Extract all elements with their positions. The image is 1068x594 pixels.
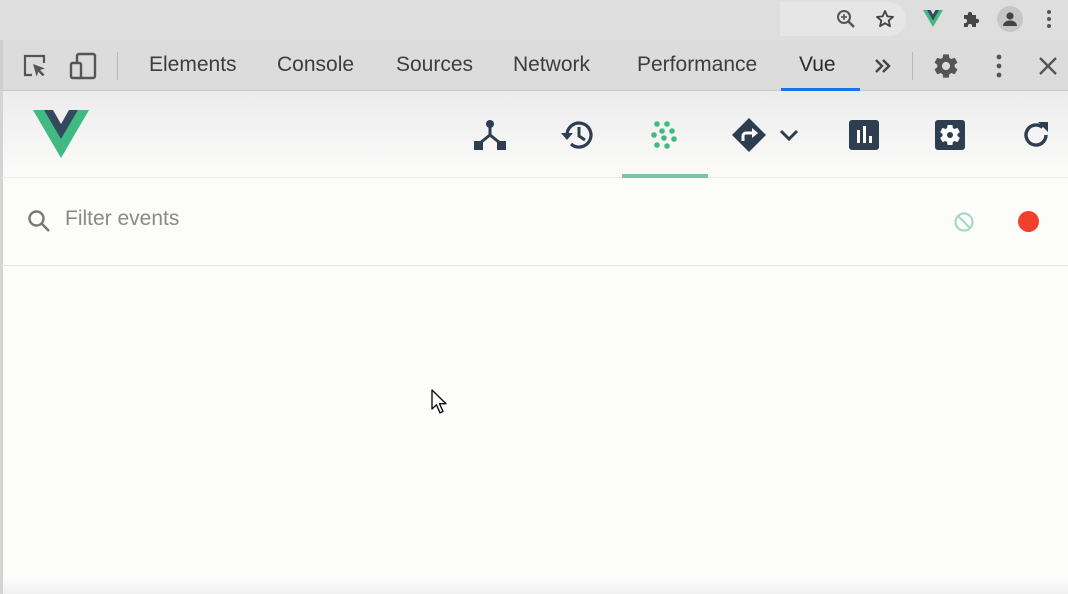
events-filter-bar — [0, 178, 1068, 266]
tab-network[interactable]: Network — [513, 53, 590, 77]
more-tabs-chevron-icon[interactable] — [869, 52, 897, 80]
tab-performance[interactable]: Performance — [637, 53, 757, 77]
refresh-icon[interactable] — [1018, 117, 1054, 153]
events-dots-icon[interactable] — [647, 117, 683, 153]
routing-dropdown-chevron-icon[interactable] — [771, 117, 807, 153]
device-toolbar-icon[interactable] — [69, 52, 97, 80]
routing-sign-icon[interactable] — [731, 117, 767, 153]
vue-devtools-header — [0, 91, 1068, 178]
tab-vue[interactable]: Vue — [799, 53, 836, 77]
record-toggle-button[interactable] — [1018, 211, 1039, 232]
tab-sources[interactable]: Sources — [396, 53, 473, 77]
close-devtools-icon[interactable] — [1034, 52, 1062, 80]
clear-events-icon[interactable] — [953, 211, 975, 238]
devtools-more-vert-icon[interactable] — [985, 52, 1013, 80]
vue-extension-icon[interactable] — [922, 8, 944, 30]
divider — [912, 52, 913, 80]
tab-console[interactable]: Console — [277, 53, 354, 77]
bookmark-star-icon[interactable] — [874, 8, 896, 30]
search-icon — [27, 209, 51, 238]
tab-elements[interactable]: Elements — [149, 53, 237, 77]
devtools-tab-strip: Elements Console Sources Network Perform… — [0, 40, 1068, 91]
timeline-history-icon[interactable] — [560, 117, 596, 153]
inspect-element-icon[interactable] — [21, 52, 49, 80]
vue-logo-icon — [33, 110, 89, 163]
components-tree-icon[interactable] — [472, 117, 508, 153]
filter-events-input[interactable] — [65, 204, 565, 234]
panel-bottom-edge — [3, 578, 1068, 594]
performance-chart-icon[interactable] — [846, 117, 882, 153]
devtools-settings-gear-icon[interactable] — [932, 52, 960, 80]
vue-settings-gear-icon[interactable] — [932, 117, 968, 153]
profile-avatar-icon[interactable] — [997, 6, 1023, 32]
more-vert-icon[interactable] — [1038, 8, 1060, 30]
events-list-area — [0, 266, 1068, 594]
divider — [117, 52, 118, 80]
extensions-puzzle-icon[interactable] — [960, 8, 982, 30]
browser-toolbar — [0, 0, 1068, 40]
mouse-cursor-icon — [431, 389, 449, 420]
zoom-icon[interactable] — [835, 8, 857, 30]
